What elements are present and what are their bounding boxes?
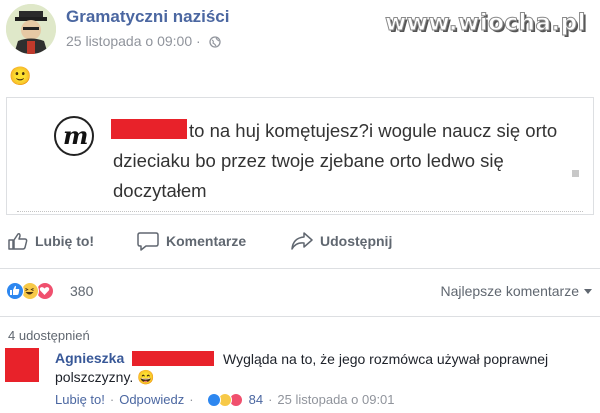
watermark: www.wiocha.pl bbox=[384, 10, 586, 37]
post-caption: 🙂 bbox=[9, 66, 32, 86]
comment-button-label: Komentarze bbox=[166, 233, 247, 249]
post-actions: Lubię to! Komentarze Udostępnij bbox=[0, 228, 600, 254]
shares-count[interactable]: 4 udostępnień bbox=[8, 328, 90, 343]
reaction-icons[interactable] bbox=[6, 281, 64, 301]
commenter-avatar[interactable] bbox=[5, 348, 39, 382]
page-avatar-image bbox=[6, 4, 56, 54]
share-icon bbox=[291, 232, 313, 250]
reactions-summary: 380 Najlepsze komentarze bbox=[0, 281, 600, 301]
embedded-comment-body: to na huj komętujesz?i wogule naucz się … bbox=[113, 120, 558, 201]
reaction-count[interactable]: 380 bbox=[70, 283, 93, 299]
comment-icon bbox=[137, 231, 159, 251]
separator: · bbox=[109, 392, 115, 407]
comment-sort-dropdown[interactable]: Najlepsze komentarze bbox=[440, 283, 579, 299]
caret-down-icon[interactable] bbox=[584, 289, 592, 294]
comment-reaction-icons[interactable] bbox=[206, 392, 245, 407]
separator: · bbox=[268, 392, 273, 407]
comment-button[interactable]: Komentarze bbox=[137, 228, 246, 254]
page-name[interactable]: Gramatyczni naziści bbox=[66, 7, 229, 27]
embedded-comment-text: to na huj komętujesz?i wogule naucz się … bbox=[113, 116, 573, 206]
globe-icon bbox=[208, 36, 221, 48]
comment-text: Wygląda na to, że jego rozmówca używał p… bbox=[55, 351, 549, 385]
comment-like-link[interactable]: Lubię to! bbox=[55, 392, 105, 407]
embed-edge bbox=[17, 211, 583, 213]
embedded-screenshot: m to na huj komętujesz?i wogule naucz si… bbox=[6, 97, 594, 215]
like-reaction-icon bbox=[6, 282, 24, 300]
like-button-label: Lubię to! bbox=[35, 233, 95, 249]
share-button-label: Udostępnij bbox=[320, 233, 393, 249]
thumbs-up-icon bbox=[8, 233, 28, 250]
m-logo-icon: m bbox=[54, 116, 94, 156]
post-meta-separator: · bbox=[196, 33, 201, 49]
like-reaction-icon bbox=[206, 392, 221, 407]
comment-date[interactable]: 25 listopada o 09:01 bbox=[277, 392, 394, 407]
separator: · bbox=[189, 392, 194, 407]
comment-reply-link[interactable]: Odpowiedz bbox=[119, 392, 184, 407]
comment-reaction-count[interactable]: 84 bbox=[249, 392, 263, 407]
comment-body: Wygląda na to, że jego rozmówca używał p… bbox=[55, 350, 585, 386]
divider bbox=[0, 268, 600, 269]
comment-actions: Lubię to! · Odpowiedz · 84 · 25 listopad… bbox=[55, 392, 395, 407]
like-button[interactable]: Lubię to! bbox=[8, 228, 94, 254]
divider bbox=[0, 316, 600, 317]
comment-emoji: 😄 bbox=[137, 369, 155, 385]
share-button[interactable]: Udostępnij bbox=[291, 228, 392, 254]
page-avatar[interactable] bbox=[6, 4, 56, 54]
corner-mark bbox=[572, 170, 579, 177]
post-date[interactable]: 25 listopada o 09:00 bbox=[66, 33, 192, 49]
post-meta: 25 listopada o 09:00 · bbox=[66, 33, 221, 49]
